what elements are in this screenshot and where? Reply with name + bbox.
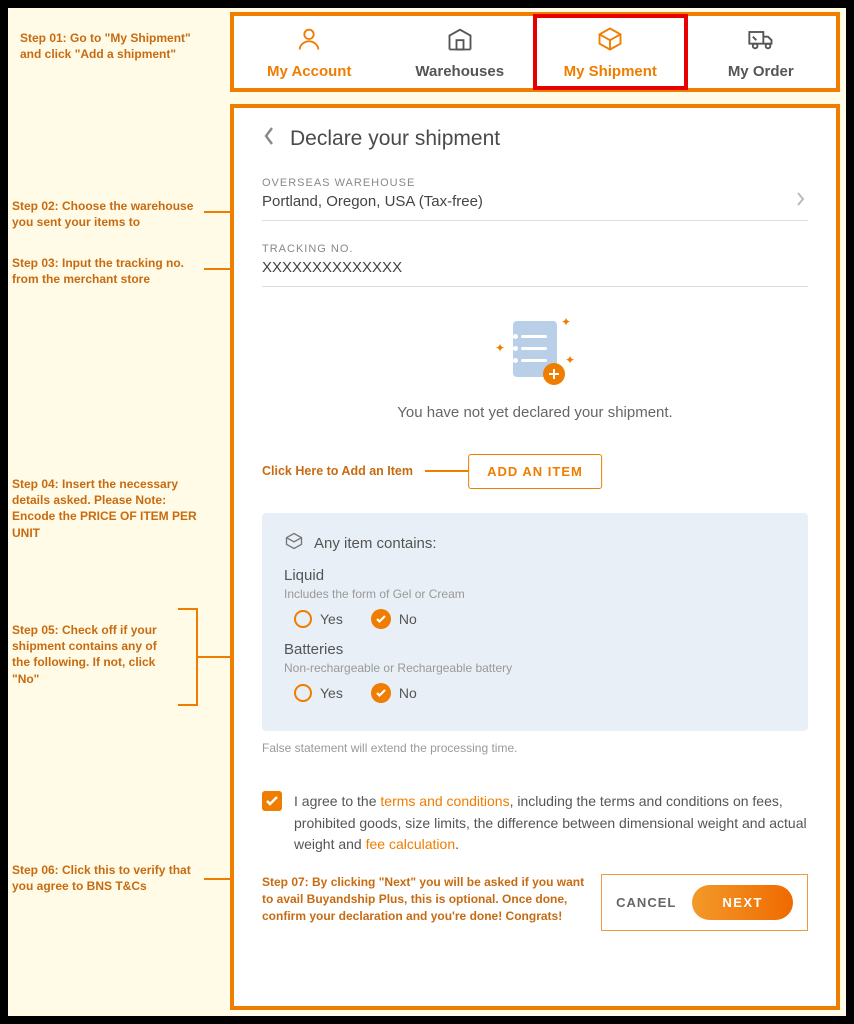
step-1-annotation: Step 01: Go to "My Shipment" and click "… xyxy=(20,30,220,62)
batteries-no[interactable]: No xyxy=(371,683,417,703)
tab-my-shipment[interactable]: My Shipment xyxy=(535,16,686,88)
step-6-annotation: Step 06: Click this to verify that you a… xyxy=(12,862,212,894)
bracket-icon xyxy=(178,608,198,706)
title-row: Declare your shipment xyxy=(262,126,808,151)
actions-box: CANCEL NEXT xyxy=(601,874,808,931)
step-3-annotation: Step 03: Input the tracking no. from the… xyxy=(12,255,217,287)
fee-link[interactable]: fee calculation xyxy=(366,836,456,852)
add-item-row: Click Here to Add an Item ADD AN ITEM xyxy=(262,451,808,491)
main-column: My Account Warehouses xyxy=(230,8,846,1016)
tab-label: My Shipment xyxy=(564,63,657,80)
card-title: Any item contains: xyxy=(314,535,437,552)
agree-checkbox[interactable] xyxy=(262,791,282,811)
star-icon: ✦ xyxy=(565,353,575,367)
radio-checked-icon xyxy=(371,683,391,703)
agree-post: . xyxy=(455,836,459,852)
contains-card: Any item contains: Liquid Includes the f… xyxy=(262,513,808,731)
question-liquid: Liquid Includes the form of Gel or Cream… xyxy=(284,567,786,629)
canvas: Step 01: Go to "My Shipment" and click "… xyxy=(8,8,846,1016)
option-label: No xyxy=(399,685,417,701)
tracking-field[interactable]: TRACKING NO. XXXXXXXXXXXXXX xyxy=(262,235,808,287)
truck-icon xyxy=(747,25,775,57)
tracking-label: TRACKING NO. xyxy=(262,243,808,255)
tracking-value: XXXXXXXXXXXXXX xyxy=(262,259,808,276)
option-label: Yes xyxy=(320,685,343,701)
footer-row: Step 07: By clicking "Next" you will be … xyxy=(262,874,808,931)
user-icon xyxy=(295,25,323,57)
add-item-annotation: Click Here to Add an Item xyxy=(262,464,413,478)
declare-panel: Declare your shipment OVERSEAS WAREHOUSE… xyxy=(230,104,840,1010)
question-desc: Includes the form of Gel or Cream xyxy=(284,587,786,601)
star-icon: ✦ xyxy=(561,315,571,329)
step-4-annotation: Step 04: Insert the necessary details as… xyxy=(12,476,212,541)
agree-pre: I agree to the xyxy=(294,793,380,809)
card-title-row: Any item contains: xyxy=(284,531,786,555)
star-icon: ✦ xyxy=(495,341,505,355)
add-item-button[interactable]: ADD AN ITEM xyxy=(468,454,602,489)
tab-label: My Order xyxy=(728,63,794,80)
batteries-yes[interactable]: Yes xyxy=(294,683,343,703)
terms-link[interactable]: terms and conditions xyxy=(380,793,509,809)
nav-tabs: My Account Warehouses xyxy=(230,12,840,92)
page-title: Declare your shipment xyxy=(290,127,500,151)
root-frame: Step 01: Go to "My Shipment" and click "… xyxy=(0,0,854,1024)
radio-empty-icon xyxy=(294,684,312,702)
tab-label: Warehouses xyxy=(415,63,504,80)
warehouse-field[interactable]: OVERSEAS WAREHOUSE Portland, Oregon, USA… xyxy=(262,169,808,221)
agree-text: I agree to the terms and conditions, inc… xyxy=(294,791,808,856)
back-button[interactable] xyxy=(262,126,276,151)
options-row: Yes No xyxy=(284,683,786,703)
agree-row: I agree to the terms and conditions, inc… xyxy=(262,791,808,856)
warehouse-label: OVERSEAS WAREHOUSE xyxy=(262,177,808,189)
step-7-annotation: Step 07: By clicking "Next" you will be … xyxy=(262,874,587,924)
tab-my-account[interactable]: My Account xyxy=(234,16,385,88)
box-icon xyxy=(596,25,624,57)
step-2-annotation: Step 02: Choose the warehouse you sent y… xyxy=(12,198,217,230)
cancel-button[interactable]: CANCEL xyxy=(616,895,676,910)
question-label: Liquid xyxy=(284,567,786,584)
step-5-annotation: Step 05: Check off if your shipment cont… xyxy=(12,622,172,687)
liquid-yes[interactable]: Yes xyxy=(294,609,343,629)
option-label: Yes xyxy=(320,611,343,627)
checklist-icon: ✦ ✦ ✦ xyxy=(509,317,561,381)
box-icon xyxy=(284,531,304,555)
empty-text: You have not yet declared your shipment. xyxy=(262,404,808,421)
liquid-no[interactable]: No xyxy=(371,609,417,629)
next-button[interactable]: NEXT xyxy=(692,885,793,920)
disclaimer-text: False statement will extend the processi… xyxy=(262,741,808,755)
radio-empty-icon xyxy=(294,610,312,628)
warehouse-icon xyxy=(446,25,474,57)
options-row: Yes No xyxy=(284,609,786,629)
question-label: Batteries xyxy=(284,641,786,658)
radio-checked-icon xyxy=(371,609,391,629)
tab-warehouses[interactable]: Warehouses xyxy=(385,16,536,88)
annotation-column: Step 01: Go to "My Shipment" and click "… xyxy=(8,8,230,1016)
question-desc: Non-rechargeable or Rechargeable battery xyxy=(284,661,786,675)
question-batteries: Batteries Non-rechargeable or Rechargeab… xyxy=(284,641,786,703)
plus-icon xyxy=(543,363,565,385)
tab-label: My Account xyxy=(267,63,351,80)
warehouse-value: Portland, Oregon, USA (Tax-free) xyxy=(262,193,808,210)
option-label: No xyxy=(399,611,417,627)
empty-state: ✦ ✦ ✦ You have not yet declared your shi… xyxy=(262,287,808,431)
chevron-right-icon xyxy=(796,191,806,212)
tab-my-order[interactable]: My Order xyxy=(686,16,837,88)
